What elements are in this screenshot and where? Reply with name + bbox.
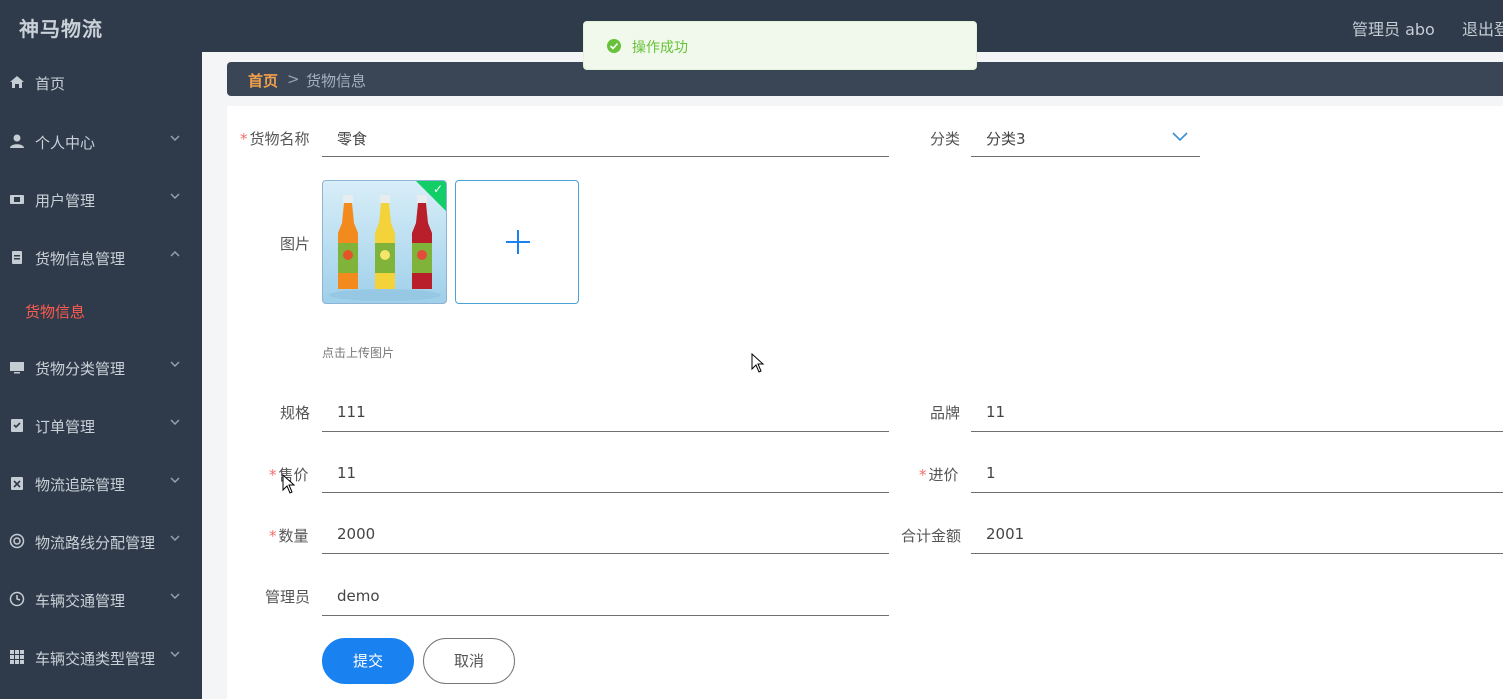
total-value: 2001 bbox=[986, 525, 1025, 543]
category-value: 分类3 bbox=[986, 130, 1026, 148]
order-icon bbox=[11, 419, 23, 432]
mouse-cursor-icon bbox=[282, 474, 296, 494]
home-icon bbox=[10, 76, 24, 88]
brand-value: 11 bbox=[986, 403, 1006, 421]
chevron-down-icon bbox=[170, 193, 180, 199]
upload-hint: 点击上传图片 bbox=[322, 346, 395, 360]
cost-value: 1 bbox=[986, 464, 996, 482]
breadcrumb-separator: > bbox=[287, 70, 300, 88]
chevron-down-icon bbox=[170, 651, 180, 657]
sidebar-item-vehicles[interactable]: 车辆交通管理 bbox=[0, 579, 202, 619]
mouse-cursor-icon bbox=[751, 353, 765, 373]
track-icon bbox=[11, 477, 23, 490]
sidebar-item-profile[interactable]: 个人中心 bbox=[0, 121, 202, 161]
name-label: * 货物名称 bbox=[240, 130, 310, 148]
sidebar-subitem-goods-info[interactable]: 货物信息 bbox=[25, 301, 85, 322]
category-label: 分类 bbox=[930, 130, 961, 148]
app-logo: 神马物流 bbox=[19, 17, 103, 41]
sidebar-item-label: 订单管理 bbox=[35, 418, 96, 436]
manager-value: demo bbox=[337, 587, 380, 605]
chevron-down-icon bbox=[170, 135, 180, 141]
plus-icon bbox=[506, 230, 530, 254]
required-mark: * bbox=[240, 130, 248, 148]
total-label: 合计金额 bbox=[901, 527, 962, 545]
sidebar-item-orders[interactable]: 订单管理 bbox=[0, 405, 202, 445]
brand-field[interactable]: 11 bbox=[971, 392, 1503, 432]
chevron-down-icon bbox=[170, 361, 180, 367]
clipboard-icon bbox=[12, 251, 22, 264]
sidebar: 首页 个人中心 用户管理 货物信息管理 货物信息 货物分类管理 订单管理 物流追… bbox=[0, 52, 202, 699]
sidebar-item-label: 物流追踪管理 bbox=[35, 476, 126, 494]
chevron-down-icon bbox=[170, 419, 180, 425]
spec-field[interactable]: 111 bbox=[322, 392, 889, 432]
name-field[interactable]: 零食 bbox=[322, 117, 889, 157]
quantity-label: * 数量 bbox=[269, 527, 309, 545]
image-label: 图片 bbox=[280, 235, 311, 253]
spec-value: 111 bbox=[337, 403, 366, 421]
monitor-icon bbox=[10, 362, 24, 374]
uploaded-image-thumbnail[interactable]: ✓ bbox=[322, 180, 447, 304]
toast-message: 操作成功 bbox=[632, 40, 688, 56]
user-icon bbox=[10, 134, 24, 148]
route-icon bbox=[9, 533, 25, 549]
sidebar-item-routes[interactable]: 物流路线分配管理 bbox=[0, 521, 202, 561]
price-value: 11 bbox=[337, 464, 357, 482]
sidebar-item-category[interactable]: 货物分类管理 bbox=[0, 347, 202, 387]
check-circle-icon bbox=[607, 39, 621, 53]
chevron-down-icon bbox=[1172, 132, 1188, 142]
chevron-down-icon bbox=[170, 477, 180, 483]
sidebar-item-label: 货物信息管理 bbox=[35, 250, 126, 268]
sidebar-item-tracking[interactable]: 物流追踪管理 bbox=[0, 463, 202, 503]
users-icon bbox=[10, 195, 24, 204]
required-mark: * bbox=[919, 466, 927, 484]
category-select[interactable]: 分类3 bbox=[971, 117, 1200, 157]
sidebar-item-vehicle-types[interactable]: 车辆交通类型管理 bbox=[0, 637, 202, 677]
manager-field[interactable]: demo bbox=[322, 576, 889, 616]
quantity-field[interactable]: 2000 bbox=[322, 514, 889, 554]
sidebar-item-label: 货物分类管理 bbox=[35, 360, 126, 378]
grid-icon bbox=[10, 650, 24, 664]
sidebar-item-label: 车辆交通管理 bbox=[35, 592, 126, 610]
chevron-down-icon bbox=[170, 593, 180, 599]
spec-label: 规格 bbox=[280, 404, 311, 422]
sidebar-item-label: 车辆交通类型管理 bbox=[35, 650, 156, 668]
sidebar-item-goods-management[interactable]: 货物信息管理 bbox=[0, 237, 202, 277]
sidebar-item-label: 首页 bbox=[35, 75, 66, 93]
price-field[interactable]: 11 bbox=[322, 453, 889, 493]
manager-label: 管理员 bbox=[265, 588, 311, 606]
sidebar-item-label: 物流路线分配管理 bbox=[35, 534, 156, 552]
breadcrumb-current: 货物信息 bbox=[306, 72, 367, 90]
sidebar-item-label: 个人中心 bbox=[35, 134, 96, 152]
chevron-down-icon bbox=[170, 535, 180, 541]
name-value: 零食 bbox=[337, 130, 368, 148]
upload-button[interactable] bbox=[455, 180, 579, 304]
required-mark: * bbox=[269, 466, 277, 484]
logout-link[interactable]: 退出登录 bbox=[1462, 16, 1503, 40]
sidebar-item-users[interactable]: 用户管理 bbox=[0, 179, 202, 219]
chevron-up-icon bbox=[170, 251, 180, 257]
admin-label: 管理员 abo bbox=[1352, 20, 1435, 39]
clock-icon bbox=[9, 591, 25, 607]
cancel-button[interactable]: 取消 bbox=[423, 638, 515, 684]
brand-label: 品牌 bbox=[930, 404, 961, 422]
sidebar-item-home[interactable]: 首页 bbox=[0, 62, 202, 102]
cost-label: * 进价 bbox=[919, 466, 959, 484]
submit-button[interactable]: 提交 bbox=[322, 638, 414, 684]
breadcrumb-home[interactable]: 首页 bbox=[248, 70, 278, 91]
total-field[interactable]: 2001 bbox=[971, 514, 1503, 554]
check-icon: ✓ bbox=[432, 182, 443, 196]
success-toast: 操作成功 bbox=[583, 21, 977, 70]
required-mark: * bbox=[269, 527, 277, 545]
cost-field[interactable]: 1 bbox=[971, 453, 1503, 493]
sidebar-item-label: 用户管理 bbox=[35, 192, 96, 210]
quantity-value: 2000 bbox=[337, 525, 376, 543]
